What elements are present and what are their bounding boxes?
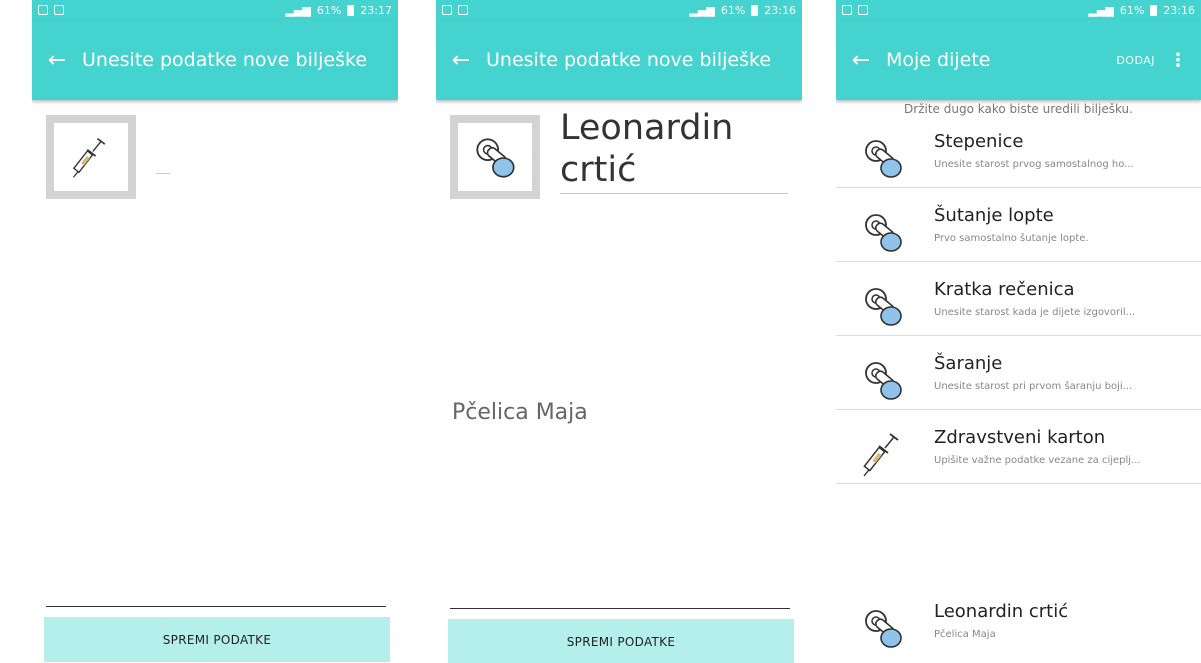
list-item-subtitle: Prvo samostalno šutanje lopte. (934, 233, 1089, 244)
list-item[interactable]: Šutanje lopte Prvo samostalno šutanje lo… (836, 199, 1201, 262)
battery-icon (1150, 4, 1158, 16)
list-item[interactable]: Kratka rečenica Unesite starost kada je … (836, 273, 1201, 336)
list-item[interactable]: Leonardin crtić Pčelica Maja (836, 595, 1201, 657)
status-time: 23:16 (1163, 3, 1195, 17)
battery-percent: 61% (1119, 3, 1145, 17)
list-item-title: Stepenice (934, 131, 1024, 152)
more-options-icon[interactable]: ⋮ (1169, 50, 1187, 71)
battery-percent: 61% (316, 3, 342, 17)
name-field[interactable] (156, 173, 170, 174)
list-item-subtitle: Unesite starost prvog samostalnog ho... (934, 159, 1134, 170)
status-time: 23:16 (764, 3, 796, 17)
screen-my-child-list: ▂▄▆ 61% 23:16 ← Moje dijete DODAJ ⋮ Drži… (836, 0, 1201, 663)
gallery-icon (458, 5, 468, 15)
syringe-icon (68, 134, 114, 180)
list-item-subtitle: Unesite starost kada je dijete izgovoril… (934, 307, 1136, 318)
back-arrow-icon[interactable]: ← (836, 48, 886, 73)
battery-icon (751, 4, 759, 16)
status-time: 23:17 (360, 3, 392, 17)
battery-percent: 61% (720, 3, 746, 17)
page-title: Unesite podatke nove bilješke (486, 49, 772, 71)
battery-icon (347, 4, 355, 16)
gallery-icon (38, 5, 48, 15)
app-bar: ← Moje dijete DODAJ ⋮ (836, 20, 1201, 100)
pacifier-icon (858, 355, 908, 405)
name-field[interactable] (560, 193, 788, 194)
app-bar: ← Unesite podatke nove bilješke (32, 20, 398, 100)
pacifier-icon (858, 133, 908, 183)
edit-hint: Držite dugo kako biste uredili bilješku. (904, 102, 1133, 116)
list-item-title: Šutanje lopte (934, 205, 1054, 226)
screen-new-note-filled: ▂▄▆ 61% 23:16 ← Unesite podatke nove bil… (436, 0, 802, 663)
chat-icon (858, 5, 868, 15)
list-item-title: Šaranje (934, 353, 1003, 374)
status-bar: ▂▄▆ 61% 23:16 (836, 0, 1201, 20)
chat-icon (442, 5, 452, 15)
signal-icon: ▂▄▆ (1088, 3, 1114, 17)
list-item-title: Kratka rečenica (934, 279, 1075, 300)
pacifier-icon (858, 603, 908, 653)
add-button[interactable]: DODAJ (1116, 54, 1155, 67)
chat-icon (54, 5, 64, 15)
back-arrow-icon[interactable]: ← (436, 48, 486, 73)
note-image-picker[interactable] (46, 115, 136, 199)
list-item-title: Leonardin crtić (934, 601, 1069, 622)
list-item-subtitle: Unesite starost pri prvom šaranju boji..… (934, 381, 1133, 392)
syringe-icon (858, 429, 908, 479)
list-item[interactable]: Stepenice Unesite starost prvog samostal… (836, 125, 1201, 188)
gallery-icon (842, 5, 852, 15)
list-item-title: Zdravstveni karton (934, 427, 1106, 448)
app-bar: ← Unesite podatke nove bilješke (436, 20, 802, 100)
pacifier-icon (469, 131, 521, 183)
pacifier-icon (858, 281, 908, 331)
list-item-subtitle: Pčelica Maja (934, 629, 996, 640)
note-name-line2: crtić (560, 150, 637, 190)
description-field-underline (450, 608, 790, 609)
list-item-subtitle: Upišite važne podatke vezane za cijeplj.… (934, 455, 1141, 466)
page-title: Moje dijete (886, 49, 991, 71)
note-description[interactable]: Pčelica Maja (452, 400, 588, 425)
list-item[interactable]: Šaranje Unesite starost pri prvom šaranj… (836, 347, 1201, 410)
note-name-line1: Leonardin (560, 108, 734, 148)
pacifier-icon (858, 207, 908, 257)
list-item[interactable]: Zdravstveni karton Upišite važne podatke… (836, 421, 1201, 484)
description-field[interactable] (46, 606, 386, 607)
signal-icon: ▂▄▆ (285, 3, 311, 17)
save-button[interactable]: SPREMI PODATKE (448, 619, 794, 663)
screen-new-note-empty: ▂▄▆ 61% 23:17 ← Unesite podatke nove bil… (32, 0, 398, 663)
page-title: Unesite podatke nove bilješke (82, 49, 368, 71)
save-button[interactable]: SPREMI PODATKE (44, 617, 390, 662)
status-bar: ▂▄▆ 61% 23:17 (32, 0, 398, 20)
note-image-picker[interactable] (450, 115, 540, 199)
status-bar: ▂▄▆ 61% 23:16 (436, 0, 802, 20)
signal-icon: ▂▄▆ (689, 3, 715, 17)
back-arrow-icon[interactable]: ← (32, 48, 82, 73)
